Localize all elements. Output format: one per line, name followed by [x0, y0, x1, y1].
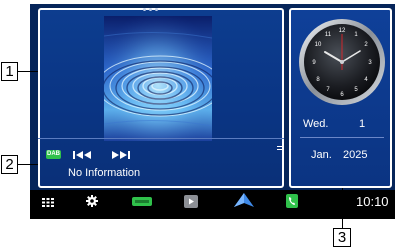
calendar-day: 1: [359, 118, 366, 130]
source-control-bar[interactable]: [38, 138, 284, 188]
calendar-month: Jan.: [311, 149, 332, 161]
callout-label-3: 3: [333, 228, 351, 247]
skip-next-icon[interactable]: [110, 150, 132, 160]
navigation-arrow-icon[interactable]: [234, 193, 254, 207]
callout-leader-1: [18, 71, 38, 72]
skip-previous-icon[interactable]: [72, 150, 94, 160]
callout-leader-3: [342, 188, 343, 228]
analog-clock: 12 1 2 3 4 5 6 7 8 9 10 11: [299, 19, 385, 105]
list-menu-icon[interactable]: [277, 146, 283, 152]
callout-label-1: 1: [1, 62, 18, 81]
album-artwork: [104, 16, 212, 141]
callout-label-2: 2: [1, 155, 18, 174]
callout-leader-2: [18, 164, 38, 165]
svg-text:10: 10: [315, 42, 322, 48]
phone-icon[interactable]: [286, 194, 298, 208]
clock-time-display: 10:10: [356, 194, 389, 209]
svg-text:11: 11: [325, 32, 332, 38]
svg-text:12: 12: [339, 28, 346, 34]
apps-grid-icon[interactable]: [42, 198, 54, 207]
calendar-year: 2025: [343, 149, 368, 161]
page-indicator: [143, 8, 158, 11]
track-info-text: No Information: [68, 167, 141, 179]
dab-radio-icon[interactable]: [132, 197, 152, 206]
settings-gear-icon[interactable]: [86, 195, 98, 207]
calendar-weekday: Wed.: [303, 118, 329, 130]
bottom-dock: [30, 190, 395, 219]
dab-source-badge: DAB: [46, 150, 61, 159]
calendar-divider: [300, 137, 384, 138]
media-player-icon[interactable]: [184, 195, 198, 208]
